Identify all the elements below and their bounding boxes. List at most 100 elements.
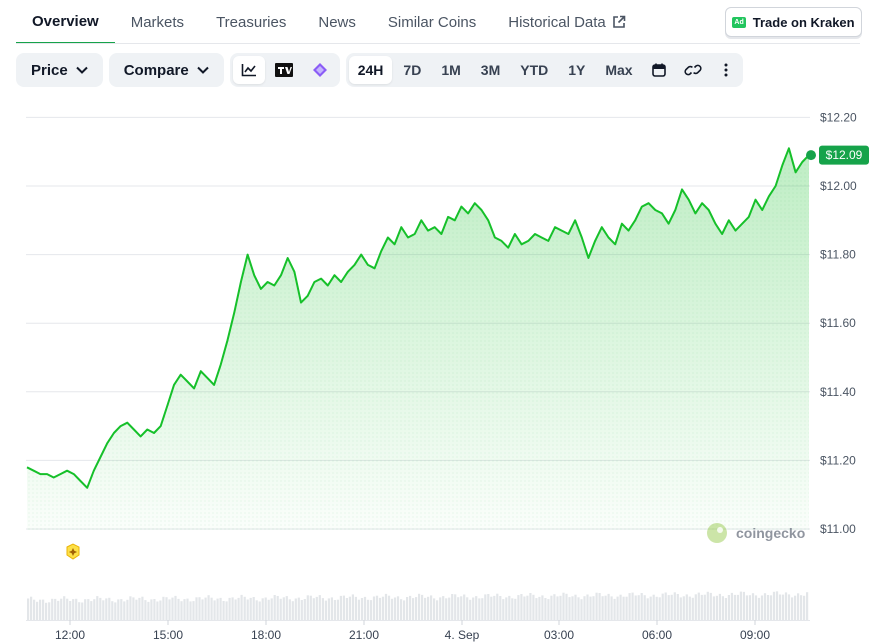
volume-bar bbox=[111, 601, 114, 620]
volume-bar bbox=[195, 597, 198, 620]
range-ytd-button[interactable]: YTD bbox=[511, 56, 557, 84]
volume-bar bbox=[60, 598, 63, 620]
volume-bar bbox=[598, 593, 601, 620]
volume-bar bbox=[309, 595, 312, 620]
volume-bar bbox=[333, 600, 336, 620]
volume-bar bbox=[652, 594, 655, 620]
volume-bar bbox=[57, 600, 60, 620]
volume-bar bbox=[721, 596, 724, 620]
volume-bar bbox=[66, 598, 69, 620]
volume-bar bbox=[736, 594, 739, 620]
volume-bar bbox=[589, 596, 592, 620]
volume-bar bbox=[189, 601, 192, 620]
diamond-button[interactable] bbox=[303, 56, 337, 84]
tab-overview[interactable]: Overview bbox=[16, 0, 115, 44]
volume-bar bbox=[682, 596, 685, 620]
line-chart-button[interactable] bbox=[232, 56, 265, 84]
more-options-button[interactable] bbox=[712, 56, 740, 84]
volume-bar bbox=[463, 594, 466, 620]
range-3m-button[interactable]: 3M bbox=[472, 56, 509, 84]
volume-bar bbox=[117, 599, 120, 620]
compare-dropdown[interactable]: Compare bbox=[108, 53, 224, 87]
volume-bar bbox=[312, 598, 315, 620]
volume-bar bbox=[715, 595, 718, 620]
price-chart[interactable]: $11.00 $11.20 $11.40 $11.60 $11.80 $12.00 $12.… bbox=[0, 100, 880, 644]
volume-bar bbox=[439, 597, 442, 620]
event-badge[interactable] bbox=[66, 543, 80, 560]
volume-bar bbox=[102, 600, 105, 620]
tab-treasuries[interactable]: Treasuries bbox=[200, 0, 302, 44]
volume-bar bbox=[490, 596, 493, 620]
volume-bar bbox=[318, 595, 321, 620]
volume-bar bbox=[387, 595, 391, 620]
volume-bar bbox=[664, 592, 667, 620]
tradingview-button[interactable] bbox=[267, 56, 301, 84]
volume-bar bbox=[360, 598, 364, 620]
volume-bar bbox=[186, 598, 189, 620]
volume-bar bbox=[745, 595, 748, 620]
y-tick-label: $11.20 bbox=[820, 453, 856, 467]
volume-bars bbox=[26, 591, 810, 621]
volume-bar bbox=[204, 597, 207, 620]
volume-bar bbox=[240, 594, 243, 620]
tab-news[interactable]: News bbox=[302, 0, 372, 44]
volume-bar bbox=[171, 597, 174, 620]
volume-bar bbox=[691, 597, 694, 620]
volume-bar bbox=[430, 595, 433, 620]
calendar-button[interactable] bbox=[644, 56, 674, 84]
volume-bar bbox=[105, 598, 108, 620]
volume-bar bbox=[514, 598, 517, 620]
volume-bar bbox=[436, 600, 439, 620]
volume-bar bbox=[601, 596, 604, 620]
range-1y-button[interactable]: 1Y bbox=[559, 56, 594, 84]
volume-bar bbox=[637, 595, 640, 620]
volume-bar bbox=[424, 597, 427, 620]
volume-bar bbox=[532, 594, 535, 620]
chart-type-group bbox=[229, 53, 340, 87]
link-button[interactable] bbox=[676, 56, 710, 84]
volume-bar bbox=[409, 595, 412, 620]
volume-bar bbox=[478, 598, 481, 620]
volume-bar bbox=[781, 594, 785, 620]
range-7d-button[interactable]: 7D bbox=[394, 56, 430, 84]
trade-on-kraken-button[interactable]: Ad Trade on Kraken bbox=[725, 7, 862, 37]
volume-bar bbox=[565, 593, 568, 620]
price-dropdown-label: Price bbox=[31, 61, 68, 79]
tab-markets[interactable]: Markets bbox=[115, 0, 200, 44]
volume-bar bbox=[99, 597, 102, 620]
range-24h-button[interactable]: 24H bbox=[348, 56, 393, 84]
volume-bar bbox=[604, 595, 607, 620]
chart-toolbar: Price Compare 24H 7D 1M 3M YTD 1Y Max bbox=[16, 53, 743, 87]
volume-bar bbox=[27, 598, 30, 620]
volume-bar bbox=[303, 599, 306, 620]
volume-bar bbox=[174, 595, 177, 620]
volume-bar bbox=[315, 596, 318, 620]
tab-historical-data[interactable]: Historical Data bbox=[492, 0, 642, 44]
y-tick-label: $11.80 bbox=[820, 248, 856, 262]
volume-bar bbox=[571, 596, 574, 620]
volume-bar bbox=[159, 600, 162, 620]
chevron-down-icon bbox=[75, 66, 88, 74]
volume-bar bbox=[45, 602, 48, 620]
volume-bar bbox=[282, 597, 285, 620]
volume-bar bbox=[372, 596, 376, 620]
tab-label: Historical Data bbox=[508, 13, 606, 31]
volume-bar bbox=[493, 595, 496, 620]
volume-bar bbox=[63, 596, 66, 620]
volume-bar bbox=[694, 594, 697, 620]
volume-bar bbox=[445, 598, 448, 620]
volume-bar bbox=[216, 598, 219, 620]
volume-bar bbox=[574, 594, 577, 620]
volume-bar bbox=[670, 594, 673, 620]
volume-bar bbox=[646, 598, 649, 620]
tradingview-icon bbox=[274, 63, 293, 77]
range-1m-button[interactable]: 1M bbox=[432, 56, 469, 84]
volume-bar bbox=[733, 594, 736, 620]
tab-similar-coins[interactable]: Similar Coins bbox=[372, 0, 492, 44]
volume-bar bbox=[177, 598, 180, 620]
range-max-button[interactable]: Max bbox=[596, 56, 641, 84]
volume-bar bbox=[267, 599, 270, 620]
volume-bar bbox=[538, 596, 541, 620]
x-tick-label: 18:00 bbox=[251, 628, 281, 642]
price-dropdown[interactable]: Price bbox=[16, 53, 103, 87]
